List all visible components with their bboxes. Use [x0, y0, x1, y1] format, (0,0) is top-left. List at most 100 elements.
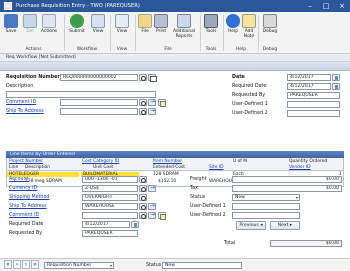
previous-record-button[interactable]: ‹ — [13, 260, 21, 269]
help-button[interactable]: Help — [226, 14, 240, 34]
ship-to-address-field[interactable]: WAREHOUSE — [82, 203, 138, 210]
comment-id-link[interactable]: Comment ID — [6, 100, 36, 105]
user-defined-1-label: User-Defined 1 — [190, 204, 226, 209]
help-icon — [226, 14, 240, 28]
lookup-icon[interactable] — [139, 108, 147, 115]
tools-button[interactable]: Tools — [203, 14, 219, 34]
status-dropdown[interactable]: New — [232, 194, 300, 201]
calendar-icon[interactable] — [131, 221, 139, 228]
minimize-button[interactable]: – — [302, 0, 318, 12]
comment-id-field[interactable] — [82, 212, 138, 219]
next-record-button[interactable]: › — [22, 260, 30, 269]
user-defined-1-field[interactable] — [232, 203, 300, 210]
ship-to-address-field[interactable] — [60, 108, 138, 115]
comment-id-field[interactable] — [60, 99, 138, 106]
actions-icon — [42, 14, 56, 28]
ship-to-address-link[interactable]: Ship To Address — [6, 109, 44, 114]
close-button[interactable]: × — [334, 0, 350, 12]
group-label-actions: Actions — [25, 47, 42, 52]
lookup-icon[interactable] — [139, 74, 147, 81]
print-button[interactable]: Print — [154, 14, 168, 34]
column-item-number[interactable]: Item Number — [153, 159, 182, 164]
workflow-status: Req Workflow [Not Submitted] — [6, 55, 76, 60]
next-button[interactable]: Next ▸ — [270, 221, 300, 230]
previous-button[interactable]: Previous ◂ — [236, 221, 266, 230]
last-record-button[interactable]: » — [31, 260, 39, 269]
file-button[interactable]: File — [138, 14, 152, 34]
cell-description[interactable]: 128 meg SDRAM — [25, 179, 62, 184]
lookup-icon[interactable] — [139, 185, 147, 192]
actions-button[interactable]: Actions — [41, 14, 57, 34]
account-field[interactable]: 000 -1300 -01 — [82, 176, 138, 183]
add-note-button[interactable]: Add Note — [242, 14, 256, 39]
window-action-bar — [0, 62, 350, 71]
document-icon[interactable] — [148, 74, 157, 82]
save-icon — [4, 14, 18, 28]
expand-arrow-icon[interactable] — [148, 211, 156, 219]
submit-button[interactable]: Submit — [68, 14, 86, 34]
debug-icon — [263, 14, 277, 28]
ribbon: Save Del Actions Actions Submit View Wor… — [0, 12, 350, 54]
account-link[interactable]: Account — [9, 177, 28, 182]
requested-by-label: Requested By — [232, 93, 266, 98]
debug-button[interactable]: Debug — [262, 14, 278, 34]
column-cost-category-id[interactable]: Cost Category ID — [82, 159, 119, 164]
required-date-field[interactable]: 4/12/2017 — [287, 83, 331, 90]
user-defined-2-field[interactable] — [287, 110, 340, 117]
calendar-icon[interactable] — [332, 74, 340, 81]
view-button[interactable]: View — [114, 14, 130, 34]
lookup-icon[interactable] — [139, 176, 147, 183]
expand-arrow-icon[interactable] — [148, 98, 156, 106]
cell-item-number[interactable]: 128 SDRAM — [153, 172, 179, 177]
line-items-header: Project Number Cost Category ID Item Num… — [6, 158, 344, 171]
lookup-icon[interactable] — [139, 194, 147, 201]
calendar-icon[interactable] — [332, 83, 340, 90]
lookup-icon[interactable] — [139, 99, 147, 106]
shipping-method-field[interactable]: OVERNIGHT — [82, 194, 138, 201]
expand-arrow-icon[interactable] — [148, 107, 156, 115]
requested-by-field[interactable]: PAREQUSER — [287, 92, 340, 99]
lookup-icon[interactable] — [139, 212, 147, 219]
user-defined-2-label: User-Defined 2 — [190, 213, 226, 218]
additional-reports-button[interactable]: Additional Reports — [170, 14, 198, 39]
column-u-of-m: U of M — [233, 159, 248, 164]
column-quantity-ordered: Quantity Ordered — [289, 159, 328, 164]
lookup-icon[interactable] — [139, 203, 147, 210]
ship-to-address-link[interactable]: Ship To Address — [9, 204, 47, 209]
expand-arrow-icon[interactable] — [148, 184, 156, 192]
delete-button[interactable]: Del — [21, 14, 39, 34]
tax-field[interactable]: $0.00 — [232, 185, 342, 192]
first-record-button[interactable]: « — [4, 260, 12, 269]
status-label: Status — [146, 263, 162, 268]
req-number-field[interactable]: REQ000000000000002 — [60, 74, 138, 81]
column-site-id[interactable]: Site ID — [209, 165, 224, 170]
expand-arrow-icon[interactable] — [148, 202, 156, 210]
currency-id-link[interactable]: Currency ID — [9, 186, 37, 191]
date-field[interactable]: 4/12/2017 — [287, 74, 331, 81]
comment-id-link[interactable]: Comment ID — [9, 213, 39, 218]
save-button[interactable]: Save — [3, 14, 19, 34]
user-defined-2-field[interactable] — [232, 212, 300, 219]
view-icon — [115, 14, 129, 28]
freight-field[interactable]: $0.00 — [232, 176, 342, 183]
required-date-field[interactable]: 4/12/2017 — [82, 221, 130, 228]
app-icon — [4, 2, 12, 10]
column-vendor-id[interactable]: Vendor ID — [289, 165, 311, 170]
submit-icon — [70, 14, 84, 28]
view-workflow-button[interactable]: View — [90, 14, 106, 34]
currency-id-field[interactable]: Z-US$ — [82, 185, 138, 192]
description-field[interactable] — [6, 91, 156, 98]
group-label-view: View — [116, 47, 128, 52]
line-items-band[interactable]: Line Items by Order Entered — [6, 151, 344, 158]
user-defined-1-field[interactable] — [287, 101, 340, 108]
required-date-label: Required Date — [232, 84, 267, 89]
requested-by-field[interactable]: PAREQUSER — [82, 230, 138, 237]
reports-icon — [177, 14, 191, 28]
note-icon[interactable] — [158, 99, 166, 107]
column-project-number[interactable]: Project Number — [9, 159, 43, 164]
shipping-method-link[interactable]: Shipping Method — [9, 195, 49, 200]
status-field: New — [162, 262, 242, 269]
sort-by-dropdown[interactable]: Requisition Number — [44, 262, 114, 269]
maximize-button[interactable]: □ — [318, 0, 334, 12]
note-icon[interactable] — [158, 212, 166, 220]
